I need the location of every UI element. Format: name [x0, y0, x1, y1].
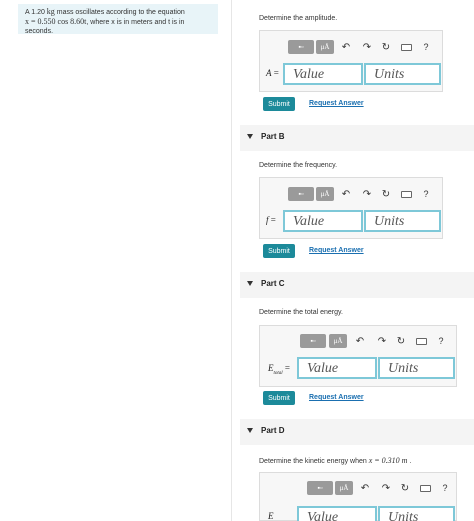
- units-palette-button[interactable]: μÅ: [316, 40, 334, 54]
- reset-icon[interactable]: ↻: [399, 481, 411, 495]
- part-d-variable-label: E: [268, 511, 274, 521]
- keyboard-icon[interactable]: [415, 334, 427, 348]
- undo-icon[interactable]: ↶: [354, 334, 366, 348]
- part-b-units-input[interactable]: Units: [364, 210, 441, 232]
- units-palette-button[interactable]: μÅ: [316, 187, 334, 201]
- part-c-variable-label: Etotal =: [268, 363, 290, 376]
- part-a-prompt: Determine the amplitude.: [259, 15, 338, 22]
- part-d-prompt: Determine the kinetic energy when x = 0.…: [259, 456, 412, 465]
- keyboard-shape: [419, 484, 431, 492]
- collapse-triangle-icon: [247, 281, 253, 286]
- part-c-title: Part C: [261, 279, 285, 288]
- part-d-title: Part D: [261, 426, 285, 435]
- part-d-value-input[interactable]: Value: [297, 506, 377, 521]
- keyboard-shape: [400, 43, 412, 51]
- part-b-submit-button[interactable]: Submit: [263, 244, 295, 258]
- part-c-header[interactable]: Part C: [240, 272, 474, 298]
- part-c-submit-button[interactable]: Submit: [263, 391, 295, 405]
- template-icon[interactable]: ▪▫: [300, 334, 326, 348]
- redo-icon[interactable]: ↷: [361, 187, 373, 201]
- units-palette-button[interactable]: μÅ: [329, 334, 347, 348]
- collapse-triangle-icon: [247, 134, 253, 139]
- keyboard-icon[interactable]: [419, 481, 431, 495]
- keyboard-shape: [415, 337, 427, 345]
- problem-line-3: seconds.: [25, 28, 54, 35]
- template-icon[interactable]: ▪▫: [288, 40, 314, 54]
- part-a-request-answer-link[interactable]: Request Answer: [309, 100, 364, 107]
- help-icon[interactable]: ?: [421, 187, 431, 201]
- part-b-value-input[interactable]: Value: [283, 210, 363, 232]
- template-icon[interactable]: ▪▫: [288, 187, 314, 201]
- keyboard-shape: [400, 190, 412, 198]
- collapse-triangle-icon: [247, 428, 253, 433]
- help-icon[interactable]: ?: [440, 481, 450, 495]
- undo-icon[interactable]: ↶: [359, 481, 371, 495]
- part-c-value-input[interactable]: Value: [297, 357, 377, 379]
- redo-icon[interactable]: ↷: [361, 40, 373, 54]
- template-icon[interactable]: ▪▫: [307, 481, 333, 495]
- undo-icon[interactable]: ↶: [340, 187, 352, 201]
- part-b-header[interactable]: Part B: [240, 125, 474, 151]
- part-b-title: Part B: [261, 132, 285, 141]
- part-a-units-input[interactable]: Units: [364, 63, 441, 85]
- part-c-units-input[interactable]: Units: [378, 357, 455, 379]
- part-b-variable-label: f =: [266, 215, 276, 225]
- problem-line-1: A 1.20 kg mass oscillates according to t…: [25, 7, 185, 16]
- problem-statement: A 1.20 kg mass oscillates according to t…: [18, 4, 218, 35]
- part-c-request-answer-link[interactable]: Request Answer: [309, 394, 364, 401]
- part-d-header[interactable]: Part D: [240, 419, 474, 445]
- problem-line-2: x = 0.550 cos 8.60t, where x is in meter…: [25, 17, 185, 26]
- redo-icon[interactable]: ↷: [380, 481, 392, 495]
- part-d-units-input[interactable]: Units: [378, 506, 455, 521]
- keyboard-icon[interactable]: [400, 40, 412, 54]
- column-divider: [231, 0, 232, 521]
- units-palette-button[interactable]: μÅ: [335, 481, 353, 495]
- help-icon[interactable]: ?: [421, 40, 431, 54]
- keyboard-icon[interactable]: [400, 187, 412, 201]
- part-a-submit-button[interactable]: Submit: [263, 97, 295, 111]
- part-b-prompt: Determine the frequency.: [259, 162, 338, 169]
- part-a-value-input[interactable]: Value: [283, 63, 363, 85]
- redo-icon[interactable]: ↷: [376, 334, 388, 348]
- part-c-prompt: Determine the total energy.: [259, 309, 343, 316]
- help-icon[interactable]: ?: [436, 334, 446, 348]
- part-b-request-answer-link[interactable]: Request Answer: [309, 247, 364, 254]
- part-a-variable-label: A =: [266, 68, 279, 78]
- undo-icon[interactable]: ↶: [340, 40, 352, 54]
- reset-icon[interactable]: ↻: [395, 334, 407, 348]
- reset-icon[interactable]: ↻: [380, 40, 392, 54]
- reset-icon[interactable]: ↻: [380, 187, 392, 201]
